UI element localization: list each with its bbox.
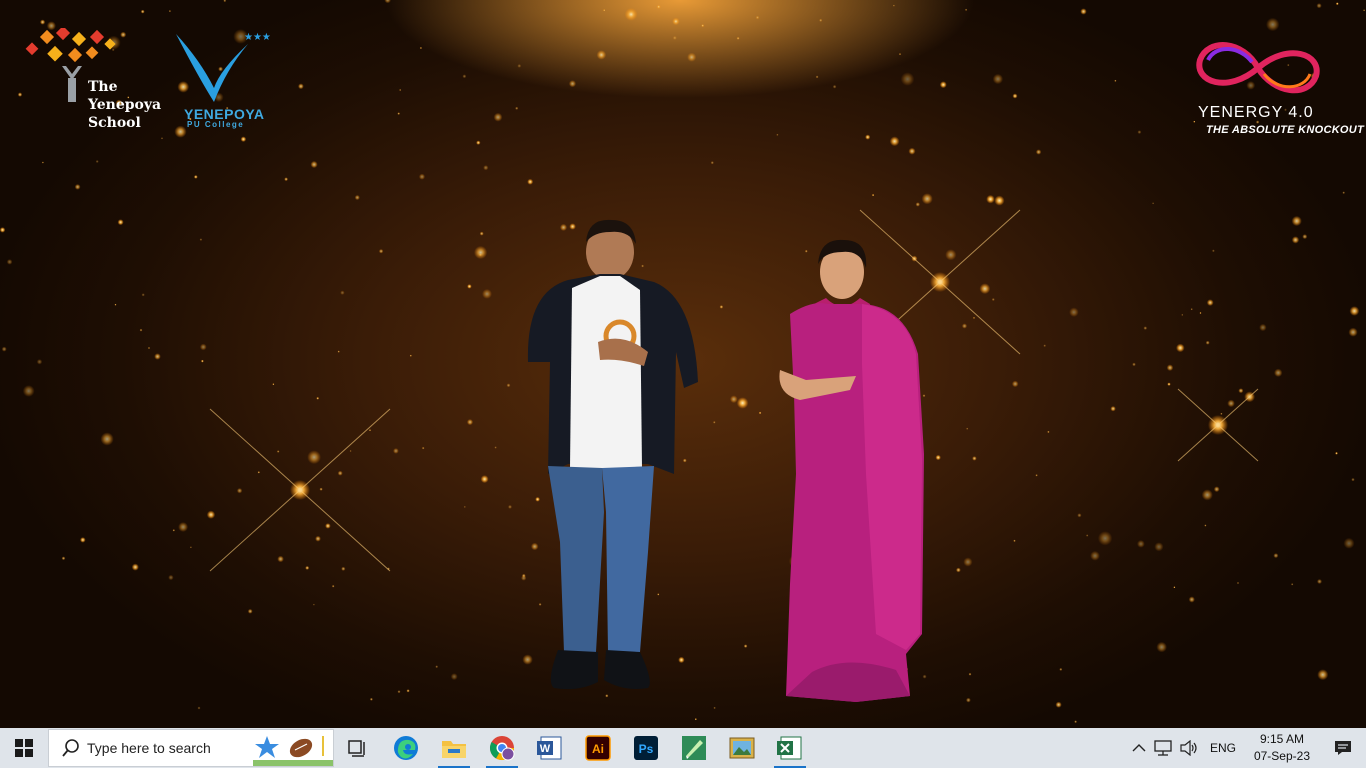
word-icon: W (537, 736, 562, 760)
svg-text:★★★: ★★★ (244, 32, 270, 43)
word-button[interactable]: W (526, 728, 574, 768)
excel-icon (777, 736, 802, 760)
chrome-button[interactable] (478, 728, 526, 768)
taskbar-search-box[interactable]: Type here to search (48, 729, 334, 767)
video-background: The Yenepoya School ★★★ YENEPOYA PU Coll… (0, 0, 1366, 728)
yenepoya-pu-college-logo: ★★★ (176, 32, 270, 102)
excel-button[interactable] (766, 728, 814, 768)
network-button[interactable] (1150, 728, 1176, 768)
notification-icon (1335, 741, 1351, 755)
action-center-button[interactable] (1320, 728, 1366, 768)
svg-text:Ps: Ps (639, 742, 654, 756)
show-hidden-icons-button[interactable] (1128, 728, 1150, 768)
system-tray: ENG 9:15 AM 07-Sep-23 (1128, 728, 1366, 768)
task-view-button[interactable] (334, 728, 382, 768)
svg-text:W: W (540, 743, 551, 755)
photos-icon (729, 737, 755, 759)
search-placeholder: Type here to search (87, 740, 211, 756)
event-title: YENERGY 4.0 (1198, 104, 1314, 121)
illustrator-button[interactable]: Ai (574, 728, 622, 768)
photos-button[interactable] (718, 728, 766, 768)
event-subtitle: THE ABSOLUTE KNOCKOUT (1206, 124, 1365, 136)
task-view-icon (348, 740, 365, 757)
illustrator-icon: Ai (585, 735, 611, 761)
chevron-up-icon (1132, 744, 1146, 752)
chrome-icon (489, 736, 515, 761)
windows-taskbar: Type here to search W Ai Ps ENG 9:15 AM … (0, 728, 1366, 768)
file-explorer-icon (442, 741, 466, 758)
clock-date: 07-Sep-23 (1253, 749, 1310, 763)
network-icon (1154, 740, 1172, 756)
pu-college-sub: PU College (187, 120, 245, 129)
windows-logo-icon (15, 739, 33, 757)
school-logo-text: The Yenepoya School (88, 79, 162, 131)
speaker-icon (1180, 740, 1197, 756)
volume-button[interactable] (1176, 728, 1202, 768)
pen-app-button[interactable] (670, 728, 718, 768)
edge-button[interactable] (382, 728, 430, 768)
language-indicator[interactable]: ENG (1202, 728, 1244, 768)
female-presenter (779, 239, 924, 702)
search-highlight-football-icon (253, 736, 333, 766)
photoshop-icon: Ps (634, 736, 658, 760)
file-explorer-button[interactable] (430, 728, 478, 768)
search-icon (62, 739, 79, 757)
male-presenter (527, 219, 698, 690)
yenergy-infinity-logo (1196, 42, 1320, 94)
svg-text:Ai: Ai (592, 742, 604, 756)
edge-icon (394, 736, 418, 760)
pen-app-icon (682, 736, 706, 760)
clock-time: 9:15 AM (1259, 732, 1304, 746)
photoshop-button[interactable]: Ps (622, 728, 670, 768)
start-button[interactable] (0, 728, 48, 768)
taskbar-clock[interactable]: 9:15 AM 07-Sep-23 (1244, 731, 1320, 765)
